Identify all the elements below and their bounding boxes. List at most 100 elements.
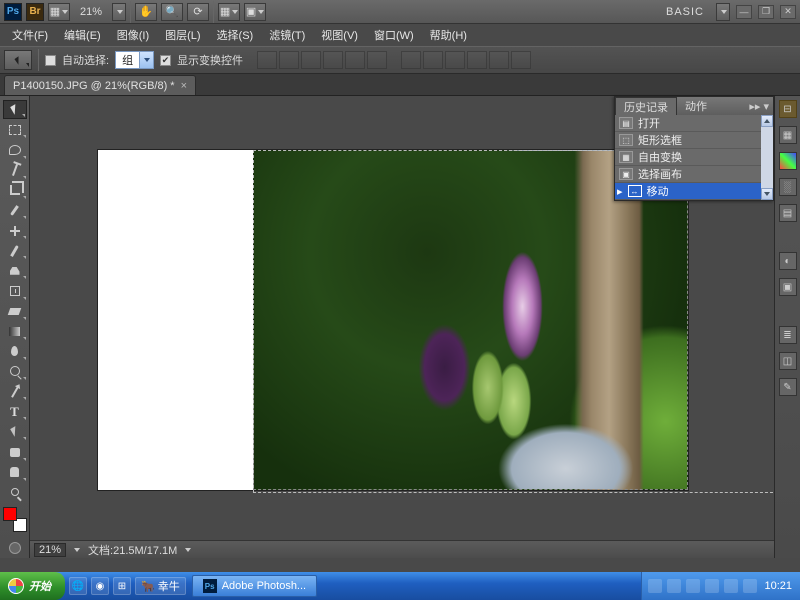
- history-item[interactable]: ⬚矩形选框: [615, 132, 773, 149]
- gradient-tool[interactable]: [3, 322, 27, 341]
- dock-layers-icon[interactable]: ≣: [779, 326, 797, 344]
- tray-icon[interactable]: [648, 579, 662, 593]
- tray-icon[interactable]: [667, 579, 681, 593]
- status-info-arrow-icon[interactable]: [185, 548, 191, 552]
- minimize-button[interactable]: —: [736, 5, 752, 19]
- status-menu-arrow-icon[interactable]: [74, 548, 80, 552]
- distribute-left-button[interactable]: [467, 51, 487, 69]
- pen-tool[interactable]: [3, 382, 27, 401]
- tab-actions[interactable]: 动作: [677, 97, 715, 115]
- hand-tool-shortcut[interactable]: ✋: [135, 3, 157, 21]
- eraser-tool[interactable]: [3, 302, 27, 321]
- dock-color-icon[interactable]: [779, 152, 797, 170]
- bridge-logo-icon[interactable]: Br: [26, 3, 44, 21]
- tray-icon[interactable]: [724, 579, 738, 593]
- quick-mask-toggle[interactable]: [3, 539, 27, 558]
- healing-brush-tool[interactable]: [3, 221, 27, 240]
- magic-wand-tool[interactable]: [3, 161, 27, 180]
- taskbar-clock[interactable]: 10:21: [762, 580, 794, 592]
- ql-icon[interactable]: ⊞: [113, 577, 131, 595]
- combo-arrow-icon[interactable]: [139, 52, 153, 68]
- menu-filter[interactable]: 滤镜(T): [261, 25, 313, 45]
- crop-tool[interactable]: [3, 181, 27, 200]
- zoom-tool-shortcut[interactable]: 🔍: [161, 3, 183, 21]
- zoom-tool[interactable]: [3, 483, 27, 502]
- menu-select[interactable]: 选择(S): [209, 25, 262, 45]
- show-transform-checkbox[interactable]: ✔: [160, 55, 171, 66]
- eyedropper-tool[interactable]: [3, 201, 27, 220]
- align-right-button[interactable]: [367, 51, 387, 69]
- align-bottom-button[interactable]: [301, 51, 321, 69]
- color-swatches[interactable]: [3, 507, 27, 532]
- auto-select-target-combo[interactable]: 组: [115, 51, 154, 69]
- menu-help[interactable]: 帮助(H): [422, 25, 475, 45]
- history-item[interactable]: ▣选择画布: [615, 166, 773, 183]
- shape-tool[interactable]: [3, 442, 27, 461]
- current-tool-indicator[interactable]: [4, 50, 32, 70]
- zoom-dropdown-arrow[interactable]: [112, 3, 126, 21]
- status-zoom-field[interactable]: 21%: [34, 543, 66, 557]
- scroll-down-button[interactable]: [761, 188, 773, 200]
- history-item[interactable]: ▤打开: [615, 115, 773, 132]
- screen-mode-dropdown[interactable]: ▣: [244, 3, 266, 21]
- align-left-button[interactable]: [323, 51, 343, 69]
- workspace-dropdown-arrow[interactable]: [716, 3, 730, 21]
- panel-menu-icon[interactable]: ▸▸ ▾: [745, 100, 773, 113]
- dock-swatches-icon[interactable]: ░: [779, 178, 797, 196]
- menu-image[interactable]: 图像(I): [109, 25, 157, 45]
- brush-tool[interactable]: [3, 241, 27, 260]
- dock-collapse-icon[interactable]: ⊟: [779, 100, 797, 118]
- distribute-bottom-button[interactable]: [445, 51, 465, 69]
- menu-view[interactable]: 视图(V): [313, 25, 366, 45]
- tray-icon[interactable]: [705, 579, 719, 593]
- align-top-button[interactable]: [257, 51, 277, 69]
- menu-layer[interactable]: 图层(L): [157, 25, 208, 45]
- dock-masks-icon[interactable]: ▣: [779, 278, 797, 296]
- zoom-dropdown[interactable]: 21%: [74, 6, 108, 18]
- hand-tool[interactable]: [3, 463, 27, 482]
- menu-window[interactable]: 窗口(W): [366, 25, 422, 45]
- image-content[interactable]: [253, 150, 688, 490]
- document-tab[interactable]: P1400150.JPG @ 21%(RGB/8) * ×: [4, 75, 196, 95]
- workspace-switcher[interactable]: BASIC: [658, 6, 712, 18]
- lasso-tool[interactable]: [3, 140, 27, 159]
- distribute-vcenter-button[interactable]: [423, 51, 443, 69]
- dock-adjustments-icon[interactable]: ◐: [779, 252, 797, 270]
- foreground-color-swatch[interactable]: [3, 507, 17, 521]
- tab-history[interactable]: 历史记录: [615, 97, 677, 115]
- type-tool[interactable]: T: [3, 402, 27, 421]
- arrange-dropdown[interactable]: ▦: [218, 3, 240, 21]
- tab-close-icon[interactable]: ×: [181, 80, 187, 92]
- start-button[interactable]: 开始: [0, 572, 65, 600]
- history-scrollbar[interactable]: [761, 115, 773, 200]
- history-item-selected[interactable]: ▸↔移动: [615, 183, 773, 200]
- dock-styles-icon[interactable]: ▤: [779, 204, 797, 222]
- distribute-hcenter-button[interactable]: [489, 51, 509, 69]
- dock-paths-icon[interactable]: ✎: [779, 378, 797, 396]
- blur-tool[interactable]: [3, 342, 27, 361]
- taskbar-app-button[interactable]: Ps Adobe Photosh...: [192, 575, 317, 597]
- align-hcenter-button[interactable]: [345, 51, 365, 69]
- restore-button[interactable]: ❐: [758, 5, 774, 19]
- history-brush-tool[interactable]: [3, 281, 27, 300]
- align-vcenter-button[interactable]: [279, 51, 299, 69]
- dock-channels-icon[interactable]: ◫: [779, 352, 797, 370]
- tray-volume-icon[interactable]: [743, 579, 757, 593]
- menu-file[interactable]: 文件(F): [4, 25, 56, 45]
- rotate-view-shortcut[interactable]: ⟳: [187, 3, 209, 21]
- ql-icon[interactable]: 🌐: [69, 577, 87, 595]
- close-button[interactable]: ✕: [780, 5, 796, 19]
- ql-app-icon[interactable]: 🐂幸牛: [135, 577, 186, 595]
- path-select-tool[interactable]: [3, 422, 27, 441]
- scroll-up-button[interactable]: [761, 115, 773, 127]
- dodge-tool[interactable]: [3, 362, 27, 381]
- move-tool[interactable]: [3, 100, 27, 119]
- clone-stamp-tool[interactable]: [3, 261, 27, 280]
- ql-icon[interactable]: ◉: [91, 577, 109, 595]
- dock-navigator-icon[interactable]: ▦: [779, 126, 797, 144]
- tray-icon[interactable]: [686, 579, 700, 593]
- layout-dropdown[interactable]: ▦: [48, 3, 70, 21]
- distribute-right-button[interactable]: [511, 51, 531, 69]
- history-item[interactable]: ▦自由变换: [615, 149, 773, 166]
- canvas[interactable]: [98, 150, 688, 490]
